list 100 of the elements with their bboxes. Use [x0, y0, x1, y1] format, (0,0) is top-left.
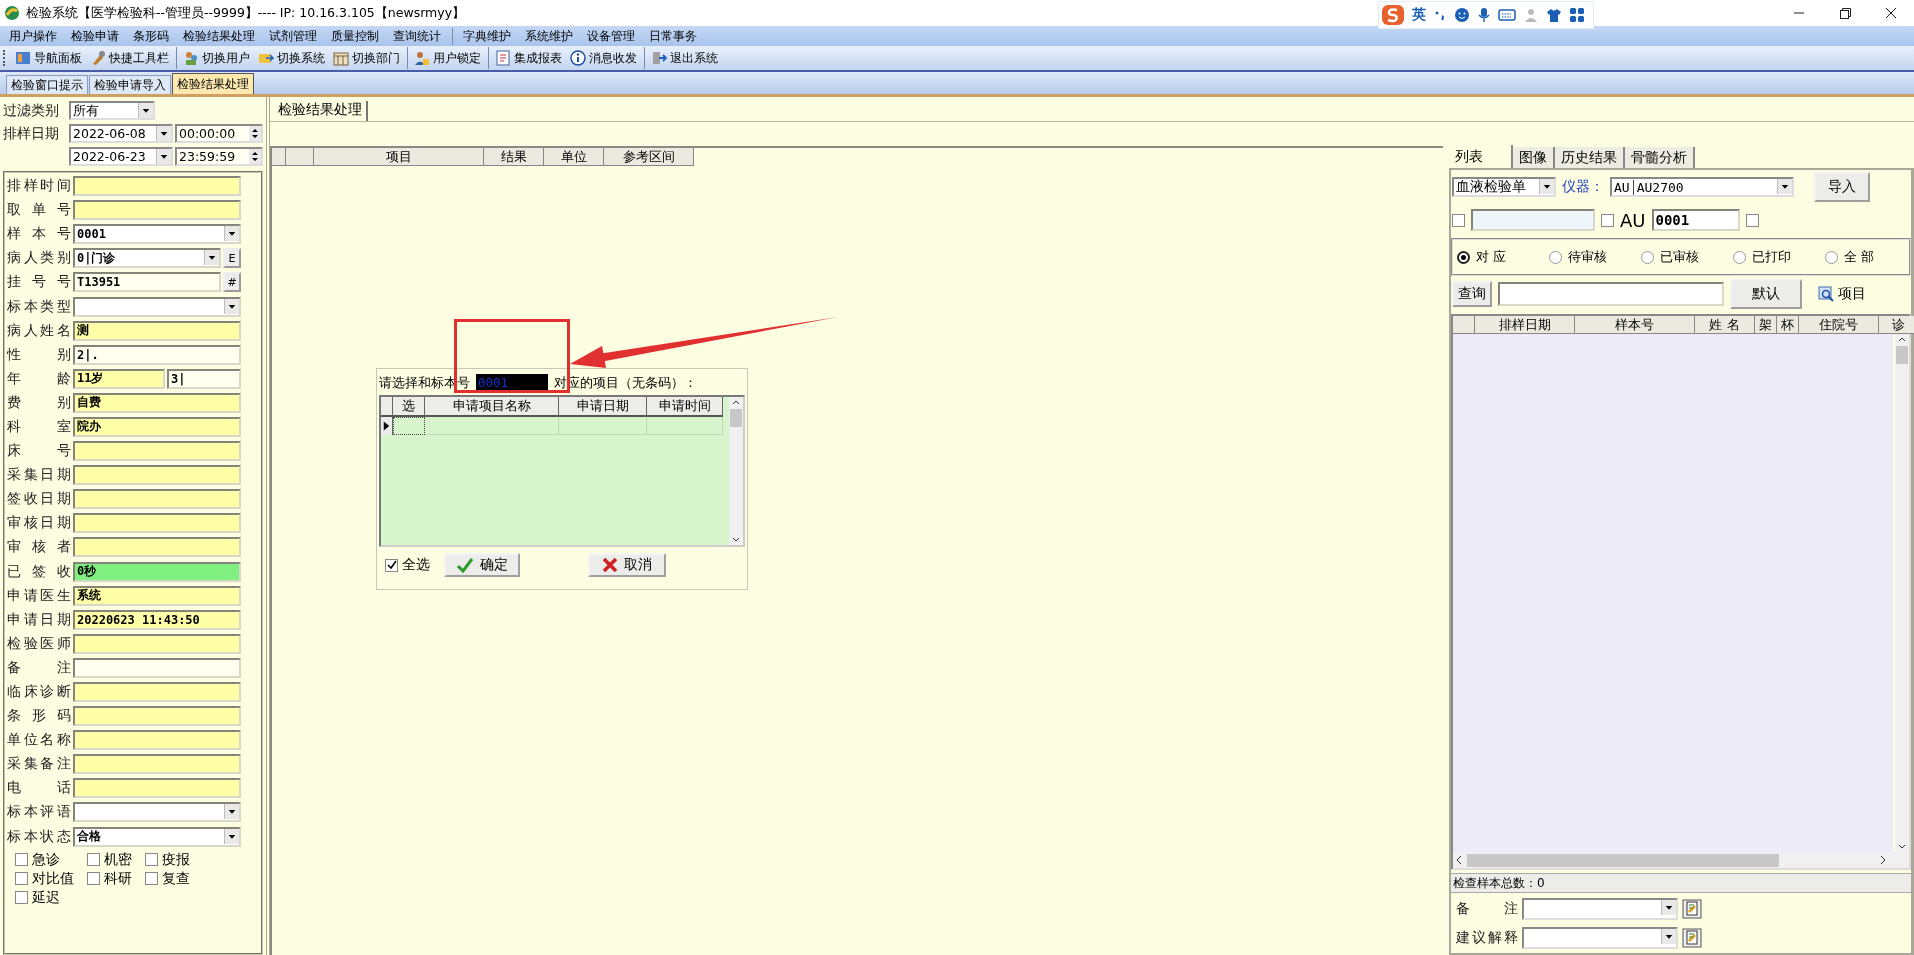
toolbar-button[interactable]: 导航面板: [11, 47, 86, 69]
checkbox[interactable]: 科研: [87, 869, 145, 888]
spinner-icon[interactable]: [249, 149, 261, 164]
dropdown-field[interactable]: [1522, 898, 1678, 920]
radio-button[interactable]: 待审核: [1549, 248, 1641, 266]
page-tab[interactable]: 检验窗口提示: [6, 75, 88, 94]
input-field[interactable]: T13951: [73, 272, 221, 293]
toolbar-button[interactable]: 切换用户: [176, 47, 254, 69]
instrument-select[interactable]: AU AU2700: [1610, 177, 1794, 197]
input-field[interactable]: 11岁: [73, 368, 165, 389]
microphone-icon[interactable]: [1477, 7, 1491, 23]
field-button[interactable]: #: [223, 272, 241, 293]
menu-item[interactable]: 系统维护: [518, 27, 580, 45]
input-field[interactable]: [73, 513, 241, 534]
radio-button[interactable]: 已审核: [1641, 248, 1733, 266]
scroll-thumb[interactable]: [730, 409, 742, 427]
caret-icon[interactable]: [156, 126, 171, 141]
dropdown-field[interactable]: 0001: [73, 224, 241, 245]
input-field[interactable]: [73, 682, 241, 702]
caret-icon[interactable]: [204, 250, 219, 266]
toolbar-button[interactable]: 退出系统: [644, 47, 722, 69]
document-icon[interactable]: [1682, 899, 1702, 919]
caret-icon[interactable]: [224, 226, 239, 242]
input-field[interactable]: [73, 465, 241, 486]
column-header[interactable]: 参考区间: [604, 148, 694, 166]
column-header[interactable]: 样本号: [1575, 316, 1695, 334]
menu-item[interactable]: 查询统计: [386, 27, 448, 45]
panel-tab[interactable]: 历史结果: [1555, 147, 1625, 168]
page-tab[interactable]: 检验申请导入: [89, 75, 171, 94]
checkbox[interactable]: 复查: [145, 869, 215, 888]
query-button[interactable]: 查询: [1452, 281, 1492, 307]
date-picker[interactable]: 2022-06-23: [69, 147, 173, 166]
input-field[interactable]: 院办: [73, 417, 241, 437]
input-field[interactable]: [73, 706, 241, 727]
input-field[interactable]: [1471, 209, 1595, 231]
caret-icon[interactable]: [1539, 179, 1554, 194]
column-header[interactable]: 住院号: [1799, 316, 1879, 334]
input-field[interactable]: 3|: [167, 368, 241, 389]
checkbox[interactable]: [1601, 213, 1614, 227]
grid-icon[interactable]: [1569, 7, 1585, 23]
checkbox[interactable]: [1452, 213, 1465, 227]
checkbox[interactable]: [1745, 213, 1759, 227]
column-header[interactable]: 结果: [484, 148, 544, 166]
ime-logo-icon[interactable]: [1381, 4, 1405, 26]
column-header[interactable]: 选: [393, 397, 425, 417]
column-header[interactable]: 单位: [544, 148, 604, 166]
checkbox[interactable]: 机密: [87, 850, 145, 869]
default-button[interactable]: 默认: [1730, 279, 1802, 309]
input-field[interactable]: [73, 176, 241, 197]
input-field[interactable]: [73, 778, 241, 799]
time-spinner[interactable]: 23:59:59: [175, 147, 263, 166]
input-field[interactable]: 2|.: [73, 344, 241, 365]
input-field[interactable]: 0秒: [73, 561, 241, 582]
toolbar-button[interactable]: 快捷工具栏: [86, 47, 173, 69]
menu-item[interactable]: 日常事务: [642, 27, 704, 45]
column-header[interactable]: 申请项目名称: [425, 397, 559, 417]
column-header[interactable]: 架: [1755, 316, 1777, 334]
caret-icon[interactable]: [1661, 929, 1676, 944]
panel-tab[interactable]: 骨髓分析: [1625, 147, 1695, 168]
document-icon[interactable]: [1682, 928, 1702, 948]
input-field[interactable]: [73, 754, 241, 775]
category-select[interactable]: 所有: [69, 101, 155, 120]
checkbox[interactable]: 对比值: [15, 869, 87, 888]
caret-icon[interactable]: [1661, 900, 1676, 915]
radio-button[interactable]: 对 应: [1457, 248, 1549, 266]
ime-mode[interactable]: 英: [1412, 6, 1426, 24]
scroll-thumb[interactable]: [1467, 853, 1779, 867]
menu-item[interactable]: 检验申请: [64, 27, 126, 45]
input-field[interactable]: [73, 200, 241, 221]
menu-item[interactable]: 条形码: [126, 27, 176, 45]
column-header[interactable]: 杯: [1777, 316, 1799, 334]
emoji-icon[interactable]: [1454, 7, 1470, 23]
input-field[interactable]: [73, 489, 241, 510]
column-header[interactable]: 姓 名: [1695, 316, 1755, 334]
input-field[interactable]: 系统: [73, 585, 241, 606]
dropdown-field[interactable]: [73, 802, 241, 823]
column-header[interactable]: 项目: [314, 148, 484, 166]
dropdown-field[interactable]: [73, 296, 241, 317]
dropdown-field[interactable]: 合格: [73, 826, 241, 847]
toolbar-button[interactable]: 用户锁定: [407, 47, 485, 69]
date-picker[interactable]: 2022-06-08: [69, 124, 173, 143]
menu-item[interactable]: 字典维护: [452, 27, 518, 45]
column-header[interactable]: 排样日期: [1475, 316, 1575, 334]
shirt-icon[interactable]: [1546, 7, 1562, 23]
caret-icon[interactable]: [224, 828, 239, 844]
input-field[interactable]: 自费: [73, 392, 241, 413]
checkbox[interactable]: 延迟: [15, 888, 87, 907]
panel-tab[interactable]: 图像: [1513, 147, 1555, 168]
menu-item[interactable]: 用户操作: [2, 27, 64, 45]
items-link[interactable]: 项目: [1838, 285, 1866, 303]
sample-number-field[interactable]: 0001: [1651, 209, 1740, 231]
caret-icon[interactable]: [224, 298, 239, 314]
page-tab[interactable]: 检验结果处理: [172, 73, 254, 94]
field-button[interactable]: E: [223, 248, 241, 269]
checkbox[interactable]: 急诊: [15, 850, 87, 869]
search-icon[interactable]: [1818, 286, 1834, 302]
sheet-type-select[interactable]: 血液检验单: [1452, 177, 1556, 197]
toolbar-button[interactable]: 切换系统: [254, 47, 329, 69]
radio-button[interactable]: 已打印: [1733, 248, 1825, 266]
menu-item[interactable]: 质量控制: [324, 27, 386, 45]
